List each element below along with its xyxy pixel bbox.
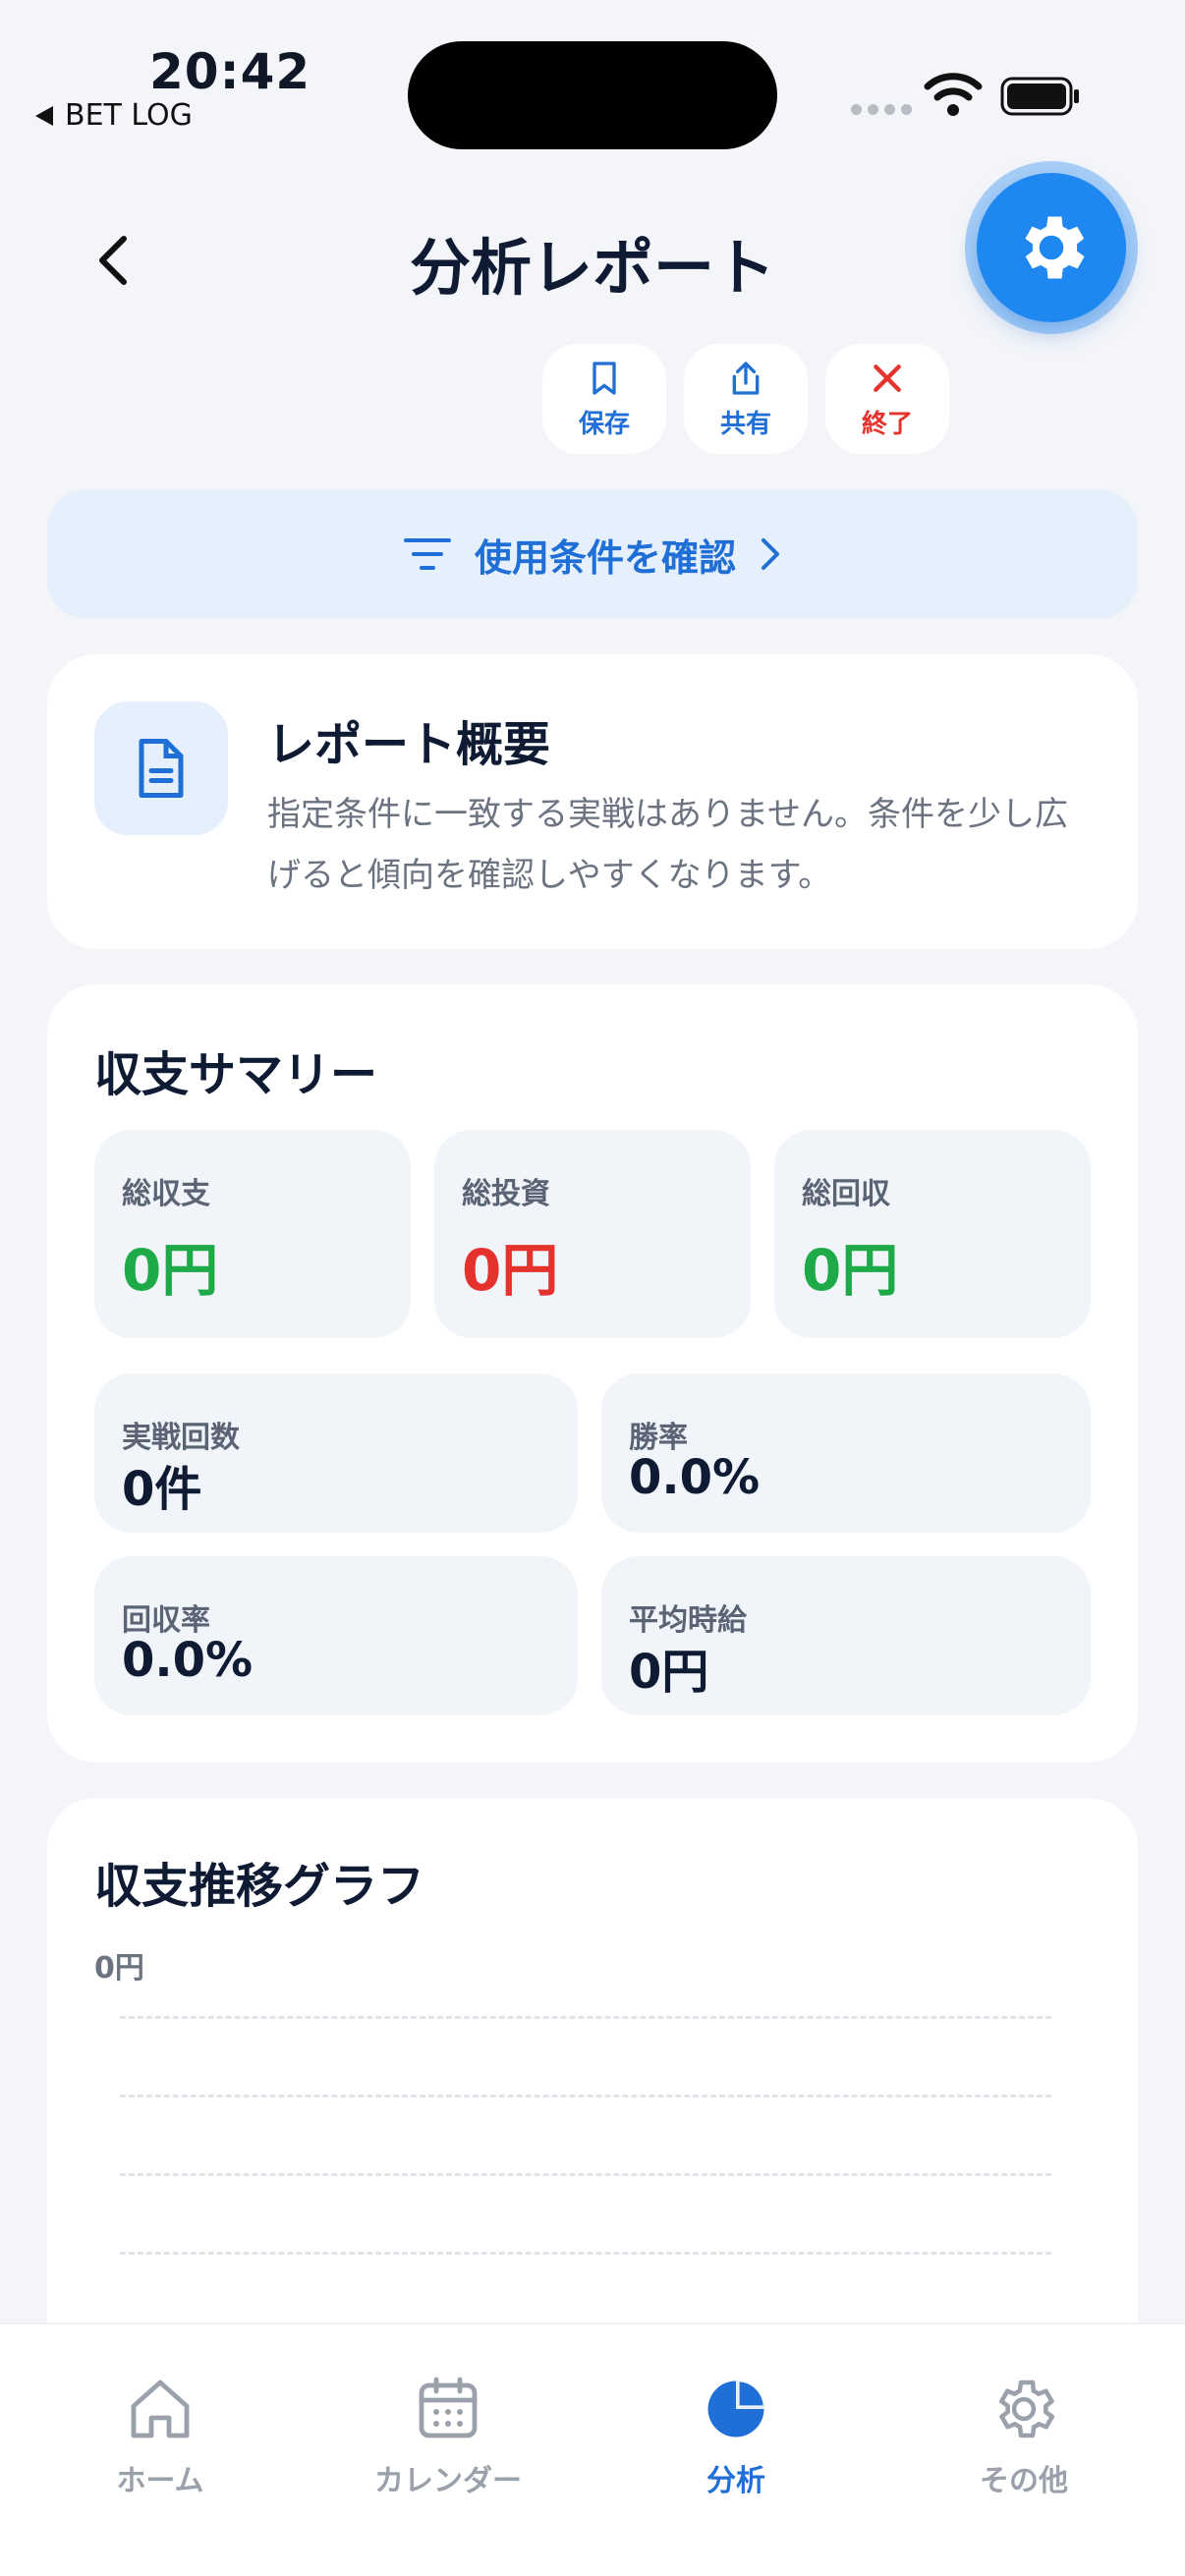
stat-value: 0.0% [122, 1633, 254, 1688]
stat-value: 0円 [122, 1237, 219, 1304]
balance-summary-card: 収支サマリー 総収支 0円 総投資 0円 総回収 0円 実戦回数 0件 勝率 0… [47, 984, 1138, 1763]
stat-label: 総回収 [802, 1177, 890, 1211]
report-summary-title: レポート概要 [267, 717, 551, 772]
stat-avg-hourly: 平均時給 0円 [601, 1556, 1091, 1715]
chart-gridline [120, 2252, 1051, 2255]
chart-y-tick-label: 0円 [94, 1951, 144, 1986]
chart-gridline [120, 2016, 1051, 2019]
back-to-app[interactable]: BET LOG [35, 98, 193, 133]
tab-label: カレンダー [374, 2464, 522, 2498]
view-conditions-button[interactable]: 使用条件を確認 [47, 489, 1138, 619]
bookmark-icon [592, 361, 616, 395]
tab-other[interactable]: その他 [896, 2374, 1152, 2499]
gear-icon [1025, 216, 1085, 279]
save-button[interactable]: 保存 [542, 344, 666, 454]
end-button[interactable]: 終了 [825, 344, 949, 454]
tab-bar: ホーム カレンダー 分析 その他 [0, 2323, 1185, 2576]
chevron-right-icon [762, 538, 779, 570]
close-icon [874, 364, 901, 392]
gear-icon [998, 2380, 1055, 2438]
settings-fab-button[interactable] [977, 173, 1126, 322]
share-icon [732, 361, 760, 395]
stat-value: 0円 [802, 1237, 899, 1304]
stat-label: 総投資 [462, 1177, 550, 1211]
end-label: 終了 [861, 409, 913, 439]
dynamic-island [408, 41, 777, 149]
tab-home[interactable]: ホーム [32, 2374, 288, 2499]
chart-gridline [120, 2173, 1051, 2176]
stat-total-investment: 総投資 0円 [434, 1130, 751, 1338]
share-button[interactable]: 共有 [684, 344, 808, 454]
report-summary-text: 指定条件に一致する実戦はありません。条件を少し広げると傾向を確認しやすくなります… [267, 795, 1068, 895]
stat-win-rate: 勝率 0.0% [601, 1373, 1091, 1533]
report-actions: 保存 共有 終了 [542, 344, 949, 454]
back-app-label: BET LOG [65, 98, 193, 133]
tab-label: 分析 [706, 2464, 765, 2498]
tab-analysis[interactable]: 分析 [608, 2374, 864, 2499]
stat-total-balance: 総収支 0円 [94, 1130, 411, 1338]
back-triangle-icon [35, 105, 53, 126]
wifi-icon [924, 73, 983, 116]
save-label: 保存 [578, 409, 630, 439]
status-time: 20:42 [149, 43, 311, 100]
document-icon-box [94, 701, 228, 835]
cellular-signal-icon [851, 104, 912, 115]
stat-play-count: 実戦回数 0件 [94, 1373, 578, 1533]
conditions-label: 使用条件を確認 [474, 535, 736, 580]
share-label: 共有 [719, 409, 771, 439]
stat-return-rate: 回収率 0.0% [94, 1556, 578, 1715]
stat-value: 0.0% [629, 1450, 761, 1505]
tab-calendar[interactable]: カレンダー [320, 2374, 576, 2499]
calendar-icon [419, 2377, 478, 2438]
filter-icon [403, 538, 451, 570]
balance-summary-title: 収支サマリー [94, 1047, 378, 1102]
stat-label: 総収支 [122, 1177, 210, 1211]
stat-total-return: 総回収 0円 [774, 1130, 1091, 1338]
tab-label: その他 [980, 2464, 1068, 2498]
document-icon [139, 739, 184, 798]
home-icon [131, 2380, 190, 2438]
stat-value: 0円 [629, 1645, 709, 1700]
chart-gridline [120, 2095, 1051, 2098]
tab-label: ホーム [116, 2464, 204, 2498]
battery-icon [1000, 77, 1079, 116]
pie-chart-icon [707, 2380, 764, 2437]
chart-title: 収支推移グラフ [94, 1859, 425, 1914]
stat-value: 0件 [122, 1462, 202, 1517]
stat-value: 0円 [462, 1237, 559, 1304]
report-summary-card: レポート概要 指定条件に一致する実戦はありません。条件を少し広げると傾向を確認し… [47, 654, 1138, 949]
